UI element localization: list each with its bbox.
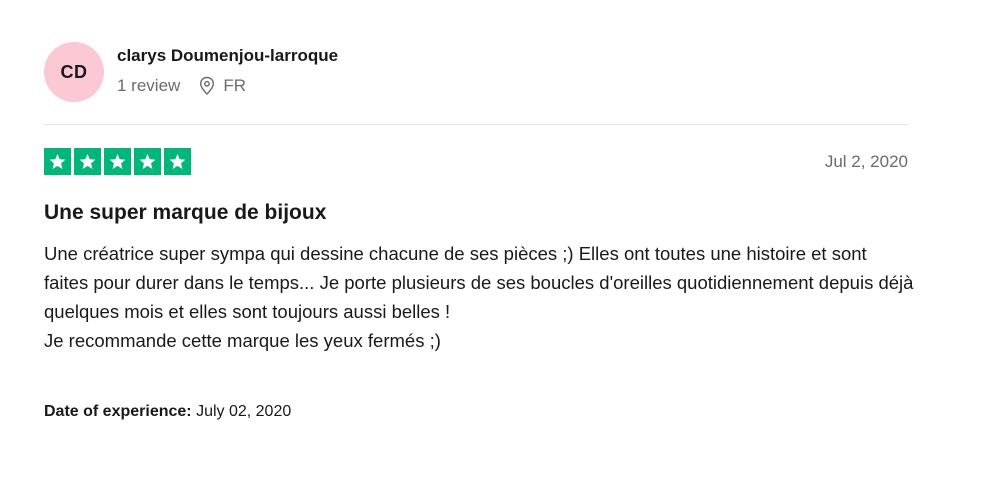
experience-label: Date of experience: bbox=[44, 403, 192, 420]
consumer-country: FR bbox=[223, 75, 246, 95]
review-count[interactable]: 1 review bbox=[117, 76, 180, 96]
date-of-experience: Date of experience: July 02, 2020 bbox=[44, 402, 291, 422]
consumer-meta: 1 review FR bbox=[117, 76, 338, 96]
avatar-initials: CD bbox=[60, 61, 88, 82]
review-title[interactable]: Une super marque de bijoux bbox=[44, 200, 326, 226]
location-pin-icon bbox=[198, 76, 216, 96]
review-body: Une créatrice super sympa qui dessine ch… bbox=[44, 239, 914, 355]
review-paragraph: Une créatrice super sympa qui dessine ch… bbox=[44, 243, 914, 322]
review-date: Jul 2, 2020 bbox=[824, 152, 908, 171]
star-rating bbox=[44, 148, 191, 175]
experience-date: July 02, 2020 bbox=[196, 403, 292, 420]
star-icon bbox=[164, 148, 191, 175]
review-paragraph: Je recommande cette marque les yeux ferm… bbox=[44, 330, 441, 351]
star-icon bbox=[44, 148, 71, 175]
consumer-name[interactable]: clarys Doumenjou-larroque bbox=[117, 45, 338, 67]
avatar[interactable]: CD bbox=[44, 42, 104, 102]
consumer-header: CD clarys Doumenjou-larroque 1 review FR bbox=[44, 42, 338, 102]
divider bbox=[44, 124, 908, 125]
star-icon bbox=[104, 148, 131, 175]
consumer-info: clarys Doumenjou-larroque 1 review FR bbox=[117, 46, 338, 96]
star-icon bbox=[134, 148, 161, 175]
review-card: CD clarys Doumenjou-larroque 1 review FR… bbox=[0, 0, 1000, 500]
star-icon bbox=[74, 148, 101, 175]
